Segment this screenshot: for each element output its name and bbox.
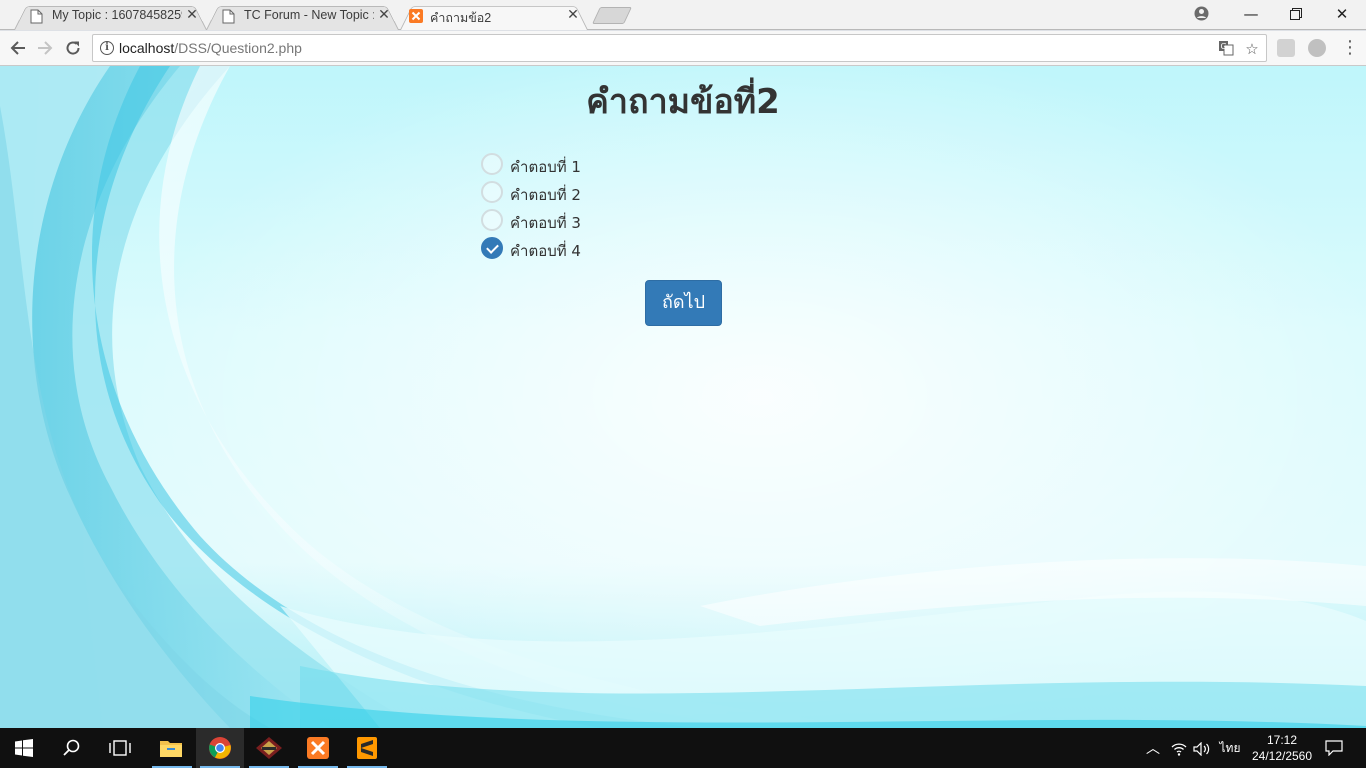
clock-time: 17:12 <box>1266 733 1298 747</box>
new-tab-button[interactable] <box>592 7 632 24</box>
address-bar[interactable]: i localhost/DSS/Question2.php G ☆ <box>92 34 1267 62</box>
tab-title: My Topic : 16078458259 <box>52 8 182 22</box>
task-view-icon[interactable] <box>96 728 144 768</box>
system-clock[interactable]: 17:12 24/12/2560 <box>1242 732 1322 764</box>
svg-text:G: G <box>1221 42 1227 51</box>
tab-close-icon[interactable]: ✕ <box>377 7 391 23</box>
url-text: localhost/DSS/Question2.php <box>119 40 302 56</box>
start-icon[interactable] <box>0 728 48 768</box>
browser-tab-3[interactable]: คำถามข้อ2 ✕ <box>394 2 594 31</box>
answer-option-4[interactable]: คำตอบที่ 4 <box>481 236 681 264</box>
action-center-icon[interactable] <box>1324 728 1344 768</box>
translate-icon[interactable]: G <box>1217 40 1235 58</box>
answer-radio[interactable] <box>481 237 503 259</box>
sublime-icon[interactable] <box>343 728 391 768</box>
answer-list: คำตอบที่ 1 คำตอบที่ 2 คำตอบที่ 3 คำตอบที… <box>481 152 681 264</box>
xampp-icon[interactable] <box>294 728 342 768</box>
tab-close-icon[interactable]: ✕ <box>566 7 580 23</box>
xampp-favicon-icon <box>409 9 423 23</box>
answer-radio[interactable] <box>481 153 503 175</box>
volume-icon[interactable] <box>1193 728 1211 768</box>
windows-taskbar: ︿ ไทย 17:12 24/12/2560 <box>0 728 1366 768</box>
tab-title: คำถามข้อ2 <box>430 11 492 25</box>
restore-icon[interactable] <box>1273 0 1319 30</box>
wifi-icon[interactable] <box>1170 728 1188 768</box>
answer-option-1[interactable]: คำตอบที่ 1 <box>481 152 681 180</box>
next-button[interactable]: ถัดไป <box>645 280 722 326</box>
forward-icon[interactable] <box>32 35 58 61</box>
minimize-icon[interactable]: — <box>1228 0 1274 30</box>
question-title: คำถามข้อที่2 <box>586 82 780 122</box>
answer-label[interactable]: คำตอบที่ 4 <box>510 239 581 263</box>
url-path: /DSS/Question2.php <box>174 40 302 56</box>
bookmark-star-icon[interactable]: ☆ <box>1243 40 1261 58</box>
answer-label[interactable]: คำตอบที่ 2 <box>510 183 581 207</box>
page-icon <box>222 9 235 24</box>
tab-title: TC Forum - New Topic : <box>244 8 374 22</box>
page-content: คำถามข้อที่2 คำตอบที่ 1 คำตอบที่ 2 คำตอบ… <box>0 66 1366 728</box>
tab-close-icon[interactable]: ✕ <box>185 7 199 23</box>
page-icon <box>30 9 43 24</box>
site-info-icon[interactable]: i <box>100 41 114 55</box>
browser-toolbar: i localhost/DSS/Question2.php G ☆ ⋮ <box>0 31 1366 66</box>
clock-date: 24/12/2560 <box>1251 749 1313 763</box>
chrome-menu-icon[interactable]: ⋮ <box>1337 35 1363 61</box>
reload-icon[interactable] <box>60 35 86 61</box>
browser-tab-strip: My Topic : 16078458259 ✕ TC Forum - New … <box>0 0 1366 31</box>
url-host: localhost <box>119 40 175 56</box>
input-language[interactable]: ไทย <box>1218 728 1242 768</box>
game-icon[interactable] <box>245 728 293 768</box>
show-hidden-icons-icon[interactable]: ︿ <box>1144 728 1162 768</box>
answer-radio[interactable] <box>481 209 503 231</box>
back-icon[interactable] <box>5 35 31 61</box>
chrome-icon[interactable] <box>196 728 244 768</box>
pdf-extension-icon[interactable] <box>1277 39 1295 57</box>
wave-background <box>0 66 1366 728</box>
profile-icon[interactable] <box>1194 6 1209 21</box>
answer-option-3[interactable]: คำตอบที่ 3 <box>481 208 681 236</box>
file-explorer-icon[interactable] <box>148 728 196 768</box>
browser-tab-2[interactable]: TC Forum - New Topic : ✕ <box>200 2 405 31</box>
answer-radio[interactable] <box>481 181 503 203</box>
close-window-icon[interactable]: ✕ <box>1319 0 1365 30</box>
browser-tab-1[interactable]: My Topic : 16078458259 ✕ <box>8 2 213 31</box>
search-icon[interactable] <box>48 728 96 768</box>
answer-label[interactable]: คำตอบที่ 1 <box>510 155 581 179</box>
answer-label[interactable]: คำตอบที่ 3 <box>510 211 581 235</box>
extension-icon[interactable] <box>1308 39 1326 57</box>
answer-option-2[interactable]: คำตอบที่ 2 <box>481 180 681 208</box>
